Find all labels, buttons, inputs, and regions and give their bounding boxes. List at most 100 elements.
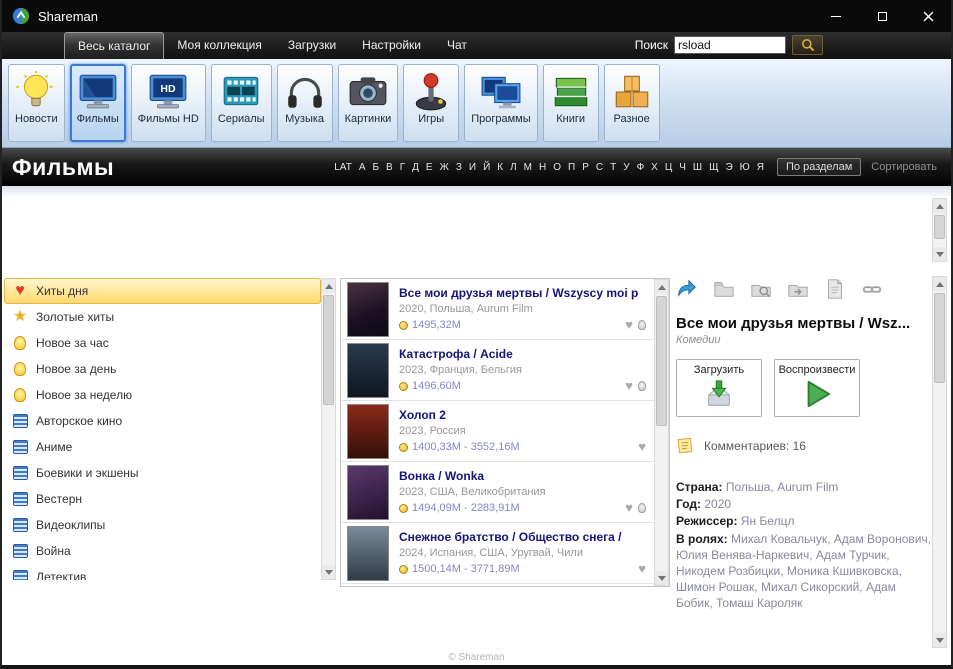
alphabet-letter[interactable]: Х bbox=[650, 162, 659, 173]
toolbar-button-pictures[interactable]: Картинки bbox=[338, 64, 399, 142]
sort-button[interactable]: Сортировать bbox=[871, 161, 937, 173]
alphabet-letter[interactable]: Г bbox=[399, 162, 406, 173]
scroll-down-button[interactable] bbox=[322, 565, 335, 579]
alphabet-letter[interactable]: Ж bbox=[439, 162, 450, 173]
alphabet-letter[interactable]: В bbox=[385, 162, 394, 173]
sidebar-category-item[interactable]: Видеоклипы bbox=[4, 512, 321, 538]
sidebar-category-item[interactable]: Новое за день bbox=[4, 356, 321, 382]
alphabet-letter[interactable]: Ф bbox=[636, 162, 646, 173]
favorite-heart-icon[interactable]: ♥ bbox=[625, 501, 633, 514]
tab-downloads[interactable]: Загрузки bbox=[275, 32, 349, 59]
alphabet-letter[interactable]: Л bbox=[509, 162, 518, 173]
movie-list-item[interactable]: Катастрофа / Acide 2023, Франция, Бельги… bbox=[341, 340, 654, 401]
alphabet-letter[interactable]: С bbox=[595, 162, 604, 173]
link-icon[interactable] bbox=[861, 278, 883, 305]
alphabet-letter[interactable]: У bbox=[622, 162, 630, 173]
toolbar-button-books[interactable]: Книги bbox=[543, 64, 599, 142]
alphabet-letter[interactable]: Д bbox=[411, 162, 420, 173]
minimize-button[interactable] bbox=[813, 0, 859, 32]
page-scrollbar-top[interactable] bbox=[932, 198, 947, 262]
by-sections-button[interactable]: По разделам bbox=[777, 158, 861, 176]
document-icon[interactable] bbox=[824, 278, 846, 305]
favorite-heart-icon[interactable]: ♥ bbox=[625, 318, 633, 331]
sidebar-category-item[interactable]: Боевики и экшены bbox=[4, 460, 321, 486]
alphabet-letter[interactable]: К bbox=[496, 162, 504, 173]
search-button[interactable] bbox=[792, 35, 823, 55]
scroll-track[interactable] bbox=[933, 213, 946, 247]
details-scrollbar[interactable] bbox=[932, 276, 947, 648]
sidebar-category-item[interactable]: Новое за неделю bbox=[4, 382, 321, 408]
movie-list-item[interactable]: Снежное братство / Общество снега / 2024… bbox=[341, 523, 654, 584]
sidebar-category-item[interactable]: Аниме bbox=[4, 434, 321, 460]
sidebar-category-item[interactable]: Авторское кино bbox=[4, 408, 321, 434]
alphabet-letter[interactable]: Н bbox=[538, 162, 547, 173]
folder-move-icon[interactable] bbox=[787, 278, 809, 305]
scroll-up-button[interactable] bbox=[655, 280, 668, 294]
scroll-thumb[interactable] bbox=[323, 295, 334, 405]
alphabet-letter[interactable]: М bbox=[523, 162, 533, 173]
maximize-button[interactable] bbox=[859, 0, 905, 32]
sidebar-scrollbar[interactable] bbox=[321, 278, 336, 580]
scroll-up-button[interactable] bbox=[933, 199, 946, 213]
tab-all-catalog[interactable]: Весь каталог bbox=[64, 32, 164, 59]
scroll-down-button[interactable] bbox=[933, 633, 946, 647]
sidebar-category-item[interactable]: Хиты дня bbox=[4, 278, 321, 304]
alphabet-letter[interactable]: Ю bbox=[739, 162, 751, 173]
alphabet-letter[interactable]: Ц bbox=[664, 162, 673, 173]
alphabet-letter[interactable]: Э bbox=[724, 162, 733, 173]
scroll-track[interactable] bbox=[655, 294, 668, 571]
scroll-down-button[interactable] bbox=[655, 571, 668, 585]
toolbar-button-series[interactable]: Сериалы bbox=[211, 64, 272, 142]
tab-settings[interactable]: Настройки bbox=[349, 32, 434, 59]
toolbar-button-movies-hd[interactable]: HD Фильмы HD bbox=[131, 64, 206, 142]
movie-list-item[interactable]: Все мои друзья мертвы / Wszyscy moi p 20… bbox=[341, 279, 654, 340]
movie-list-item[interactable]: Вонка / Wonka 2023, США, Великобритания … bbox=[341, 462, 654, 523]
alphabet-letter[interactable]: Й bbox=[482, 162, 491, 173]
scroll-up-button[interactable] bbox=[322, 279, 335, 293]
scroll-thumb[interactable] bbox=[934, 215, 945, 239]
scroll-thumb[interactable] bbox=[934, 293, 945, 383]
toolbar-button-movies[interactable]: Фильмы bbox=[70, 64, 126, 142]
scroll-track[interactable] bbox=[322, 293, 335, 565]
comments-row[interactable]: Комментариев: 16 bbox=[676, 436, 934, 455]
scroll-down-button[interactable] bbox=[933, 247, 946, 261]
share-icon[interactable] bbox=[676, 278, 698, 305]
folder-search-icon[interactable] bbox=[750, 278, 772, 305]
sidebar-category-item[interactable]: Война bbox=[4, 538, 321, 564]
alphabet-letter[interactable]: А bbox=[358, 162, 367, 173]
scroll-track[interactable] bbox=[933, 291, 946, 633]
sidebar-category-item[interactable]: Новое за час bbox=[4, 330, 321, 356]
toolbar-button-programs[interactable]: Программы bbox=[464, 64, 537, 142]
sidebar-category-item[interactable]: Вестерн bbox=[4, 486, 321, 512]
folder-icon[interactable] bbox=[713, 278, 735, 305]
download-button[interactable]: Загрузить bbox=[676, 359, 762, 417]
alphabet-letter[interactable]: Е bbox=[425, 162, 434, 173]
sidebar-category-item[interactable]: Детектив bbox=[4, 564, 321, 580]
tab-my-collection[interactable]: Моя коллекция bbox=[164, 32, 274, 59]
alphabet-letter[interactable]: LAT bbox=[333, 162, 353, 173]
alphabet-letter[interactable]: Т bbox=[609, 162, 617, 173]
alphabet-letter[interactable]: И bbox=[468, 162, 477, 173]
alphabet-letter[interactable]: Б bbox=[371, 162, 380, 173]
alphabet-letter[interactable]: Щ bbox=[708, 162, 719, 173]
movie-list-item[interactable]: Холоп 2 2023, Россия 1400,33M - 3552,16M… bbox=[341, 401, 654, 462]
toolbar-button-games[interactable]: Игры bbox=[403, 64, 459, 142]
toolbar-button-misc[interactable]: Разное bbox=[604, 64, 660, 142]
tab-chat[interactable]: Чат bbox=[434, 32, 480, 59]
favorite-heart-icon[interactable]: ♥ bbox=[625, 379, 633, 392]
alphabet-letter[interactable]: О bbox=[552, 162, 562, 173]
favorite-heart-icon[interactable]: ♥ bbox=[638, 562, 646, 575]
close-button[interactable] bbox=[905, 0, 951, 32]
sidebar-category-item[interactable]: Золотые хиты bbox=[4, 304, 321, 330]
scroll-up-button[interactable] bbox=[933, 277, 946, 291]
alphabet-letter[interactable]: Я bbox=[756, 162, 765, 173]
play-button[interactable]: Воспроизвести bbox=[774, 359, 860, 417]
alphabet-letter[interactable]: Ш bbox=[692, 162, 703, 173]
alphabet-letter[interactable]: П bbox=[567, 162, 576, 173]
alphabet-letter[interactable]: Ч bbox=[678, 162, 687, 173]
movie-list-scrollbar[interactable] bbox=[654, 279, 669, 586]
search-input[interactable] bbox=[674, 36, 786, 54]
toolbar-button-music[interactable]: Музыка bbox=[277, 64, 333, 142]
alphabet-letter[interactable]: Р bbox=[581, 162, 590, 173]
toolbar-button-news[interactable]: Новости bbox=[8, 64, 65, 142]
